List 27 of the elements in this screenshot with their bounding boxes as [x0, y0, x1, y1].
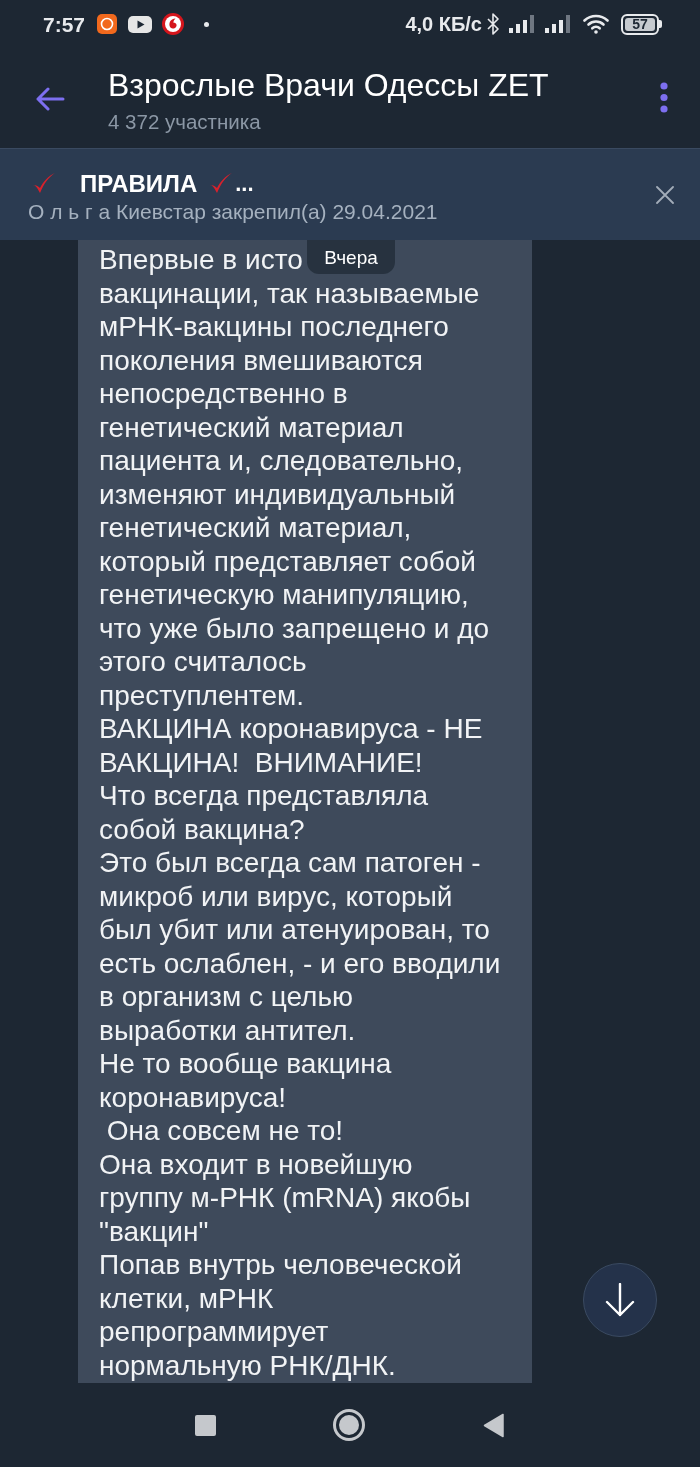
clock-time: 7:57	[43, 13, 86, 35]
app-tile-icon	[97, 14, 118, 34]
notification-dot-icon	[204, 21, 210, 27]
signal-bars-icon	[545, 15, 571, 33]
more-options-icon	[660, 81, 668, 113]
close-icon	[656, 186, 674, 204]
bluetooth-icon	[487, 13, 499, 35]
wifi-icon	[583, 14, 609, 34]
back-arrow-icon	[35, 87, 65, 111]
arrow-down-icon	[605, 1283, 635, 1317]
member-count: 4 372 участника	[108, 109, 262, 134]
back-triangle-icon	[482, 1412, 504, 1438]
pinned-message-bar[interactable]: ПРАВИЛА ... О л ь г а Киевстар закрепил(а) 29.04.2021	[0, 148, 700, 240]
chat-title: Взрослые Врачи Одессы ZET	[108, 67, 549, 104]
speech-mark-logo-icon	[162, 13, 185, 35]
pinned-title: ПРАВИЛА	[80, 172, 198, 196]
pinned-ellipsis: ...	[235, 173, 254, 195]
battery-indicator: 57	[621, 13, 662, 35]
message-text: вакцинации, так называемые мРНК-вакцины последнего поколения вмешиваются непосредственно в генетический материал пациента и, следовательно, изменяют индивидуальный генетический материал, который представляет собой генетическую манипуляцию, что уже было запрещено и до этого считалось преступлентем. ВАКЦИНА коронавируса - НЕ ВАКЦИНА! ВНИМАНИЕ! Что всегда представляла собой вакцина? Это был всегда сам патоген - микроб или вирус, который был убит или атенуирован, то есть ослаблен, - и его вводили в организм с целью выработки антител. Не то вообще вакцина коронавируса! Она совсем не то! Она входит в новейшую группу м-РНК (mRNA) якобы "вакцин" Попав внутрь человеческой клетки, мРНК репрограммирует нормальную РНК/ДНК.	[99, 276, 501, 1382]
date-badge: Вчера	[307, 240, 395, 274]
network-speed: 4,0 КБ/с	[405, 14, 482, 34]
signal-bars-icon	[509, 15, 535, 33]
message-text: Впервые в исто	[99, 243, 303, 277]
home-circle-icon	[333, 1409, 365, 1441]
pinned-byline: О л ь г а Киевстар закрепил(а) 29.04.2021	[28, 199, 439, 224]
play-icon	[128, 15, 153, 33]
square-icon	[194, 1414, 216, 1436]
